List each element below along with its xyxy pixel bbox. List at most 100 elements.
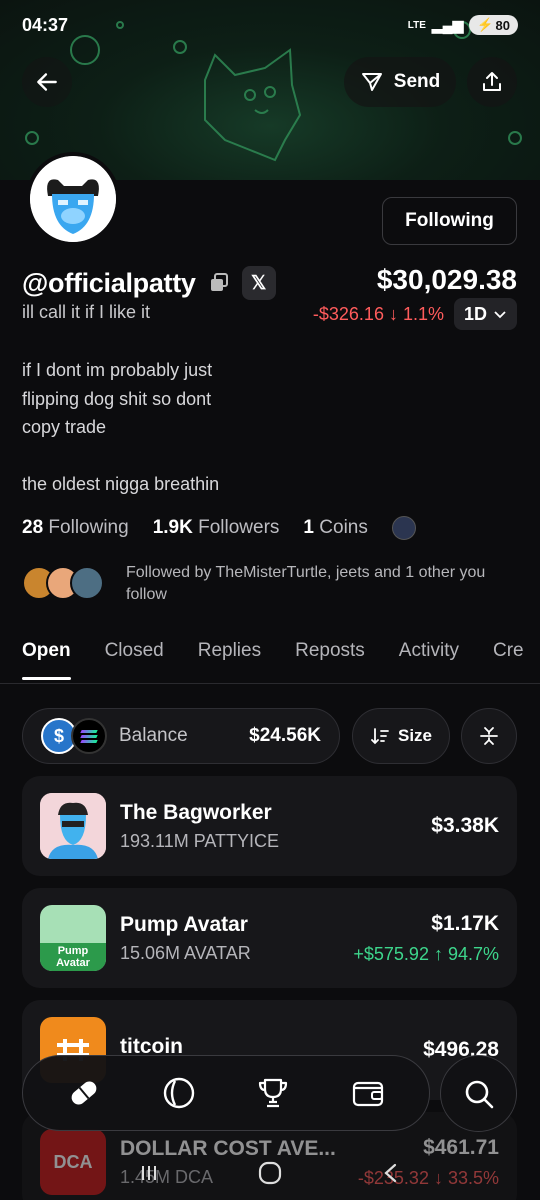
coin-icon[interactable] xyxy=(391,516,416,540)
follower-avatars xyxy=(22,566,104,600)
profile-avatar[interactable] xyxy=(26,152,120,246)
collapse-button[interactable] xyxy=(461,708,517,764)
recent-apps-icon[interactable] xyxy=(138,1162,160,1184)
holding-value-block: $3.38K xyxy=(431,814,499,838)
profile-bio: if I dont im probably just flipping dog … xyxy=(22,356,422,499)
coins-stat[interactable]: 1 Coins xyxy=(303,517,367,539)
bottom-nav xyxy=(22,1055,430,1131)
send-label: Send xyxy=(393,71,441,92)
holding-value: $1.17K xyxy=(431,911,499,935)
following-label: Following xyxy=(48,517,129,538)
tab-activity[interactable]: Activity xyxy=(399,640,459,662)
followers-count: 1.9K xyxy=(152,517,193,538)
nav-portfolio[interactable] xyxy=(54,1063,114,1123)
tab-open[interactable]: Open xyxy=(22,640,71,680)
followed-by[interactable]: Followed by TheMisterTurtle, jeets and 1… xyxy=(22,562,486,606)
balance-value: $24.56K xyxy=(249,725,321,746)
holding-card[interactable]: Pump Avatar Pump Avatar 15.06M AVATAR $1… xyxy=(22,888,517,988)
followers-stat[interactable]: 1.9K Followers xyxy=(153,517,280,539)
nav-leaderboard[interactable] xyxy=(243,1063,303,1123)
bio-line: if I dont im probably just xyxy=(22,360,213,380)
search-button[interactable] xyxy=(440,1055,517,1132)
token-thumbnail xyxy=(40,793,106,859)
share-icon xyxy=(483,72,501,91)
size-label: Size xyxy=(397,726,433,745)
thumb-text: Pump Avatar xyxy=(40,943,106,971)
collapse-icon xyxy=(480,727,498,745)
followers-label: Followers xyxy=(198,517,280,538)
battery-bolt-icon: ⚡ xyxy=(477,17,494,32)
x-link-button[interactable]: 𝕏 xyxy=(241,266,276,300)
holding-pnl: +$575.92 ↑ 94.7% xyxy=(353,943,499,964)
size-sort-button[interactable]: Size xyxy=(352,708,450,764)
send-button[interactable]: Send xyxy=(344,57,456,107)
search-icon xyxy=(465,1080,493,1108)
status-bar: 04:37 LTE ▂▄▆ ⚡ 80 xyxy=(22,12,518,38)
tabs-divider xyxy=(0,683,540,684)
holding-amount: 15.06M AVATAR xyxy=(120,942,251,963)
coins-count: 1 xyxy=(303,517,314,538)
back-arrow-icon xyxy=(37,73,57,91)
circle-icon xyxy=(163,1077,194,1109)
trophy-icon xyxy=(259,1078,288,1108)
pill-icon xyxy=(71,1081,97,1105)
following-button[interactable]: Following xyxy=(382,197,517,245)
period-selector[interactable]: 1D xyxy=(453,298,517,330)
holding-card[interactable]: The Bagworker 193.11M PATTYICE $3.38K xyxy=(22,776,517,876)
followed-by-text: Followed by TheMisterTurtle, jeets and 1… xyxy=(126,564,486,603)
send-icon xyxy=(361,73,382,91)
bio-line: the oldest nigga breathin xyxy=(22,474,220,494)
sort-icon xyxy=(371,728,389,745)
token-icons: $ xyxy=(41,718,107,754)
back-button[interactable] xyxy=(22,57,72,107)
status-time: 04:37 xyxy=(22,14,69,35)
following-count: 28 xyxy=(22,517,44,538)
wallet-icon xyxy=(352,1081,383,1107)
holding-value-block: $1.17K +$575.92 ↑ 94.7% xyxy=(353,912,499,965)
holding-info: Pump Avatar 15.06M AVATAR xyxy=(120,913,353,964)
profile-tagline: ill call it if I like it xyxy=(22,302,151,322)
status-indicators: LTE ▂▄▆ ⚡ 80 xyxy=(408,15,518,35)
holding-amount: 193.11M PATTYICE xyxy=(120,830,280,851)
signal-icon: ▂▄▆ xyxy=(431,16,464,33)
period-label: 1D xyxy=(463,303,487,324)
balance-change: -$326.16 ↓ 1.1% xyxy=(312,303,444,324)
nav-wallet[interactable] xyxy=(338,1063,398,1123)
coins-label: Coins xyxy=(319,517,368,538)
back-nav-icon[interactable] xyxy=(380,1162,402,1184)
balance-change-row: -$326.16 ↓ 1.1% 1D xyxy=(313,298,517,330)
bio-line: copy trade xyxy=(22,417,107,437)
holding-name: The Bagworker xyxy=(120,800,272,824)
profile-tabs: Open Closed Replies Reposts Activity Cre xyxy=(22,640,524,680)
battery-indicator: ⚡ 80 xyxy=(469,15,518,35)
avatar xyxy=(70,566,104,600)
solana-icon xyxy=(71,718,107,754)
x-logo-icon: 𝕏 xyxy=(251,272,267,294)
tab-reposts[interactable]: Reposts xyxy=(295,640,365,662)
bio-line: flipping dog shit so dont xyxy=(22,388,212,409)
network-label: LTE xyxy=(407,19,426,31)
tab-created[interactable]: Cre xyxy=(493,640,524,662)
bio-line xyxy=(22,442,422,471)
holding-value: $3.38K xyxy=(431,814,499,837)
holding-name: Pump Avatar xyxy=(120,912,248,936)
copy-icon[interactable] xyxy=(208,272,230,294)
token-thumbnail: Pump Avatar xyxy=(40,905,106,971)
share-button[interactable] xyxy=(467,57,517,107)
tab-replies[interactable]: Replies xyxy=(198,640,261,662)
profile-handle: @officialpatty xyxy=(22,267,196,298)
system-nav-bar xyxy=(0,1145,540,1200)
profile-balance: $30,029.38 xyxy=(376,264,517,295)
avatar-image xyxy=(30,156,116,242)
balance-pill[interactable]: $ Balance $24.56K xyxy=(22,708,340,764)
battery-level: 80 xyxy=(495,17,510,33)
handle-row: @officialpatty 𝕏 xyxy=(22,266,276,300)
balance-label: Balance xyxy=(119,725,188,746)
home-icon[interactable] xyxy=(257,1160,283,1186)
chevron-down-icon xyxy=(494,311,506,319)
nav-explore[interactable] xyxy=(149,1063,209,1123)
holding-info: The Bagworker 193.11M PATTYICE xyxy=(120,801,431,852)
following-stat[interactable]: 28 Following xyxy=(22,517,129,539)
tab-closed[interactable]: Closed xyxy=(105,640,164,662)
profile-stats: 28 Following 1.9K Followers 1 Coins xyxy=(22,516,416,540)
